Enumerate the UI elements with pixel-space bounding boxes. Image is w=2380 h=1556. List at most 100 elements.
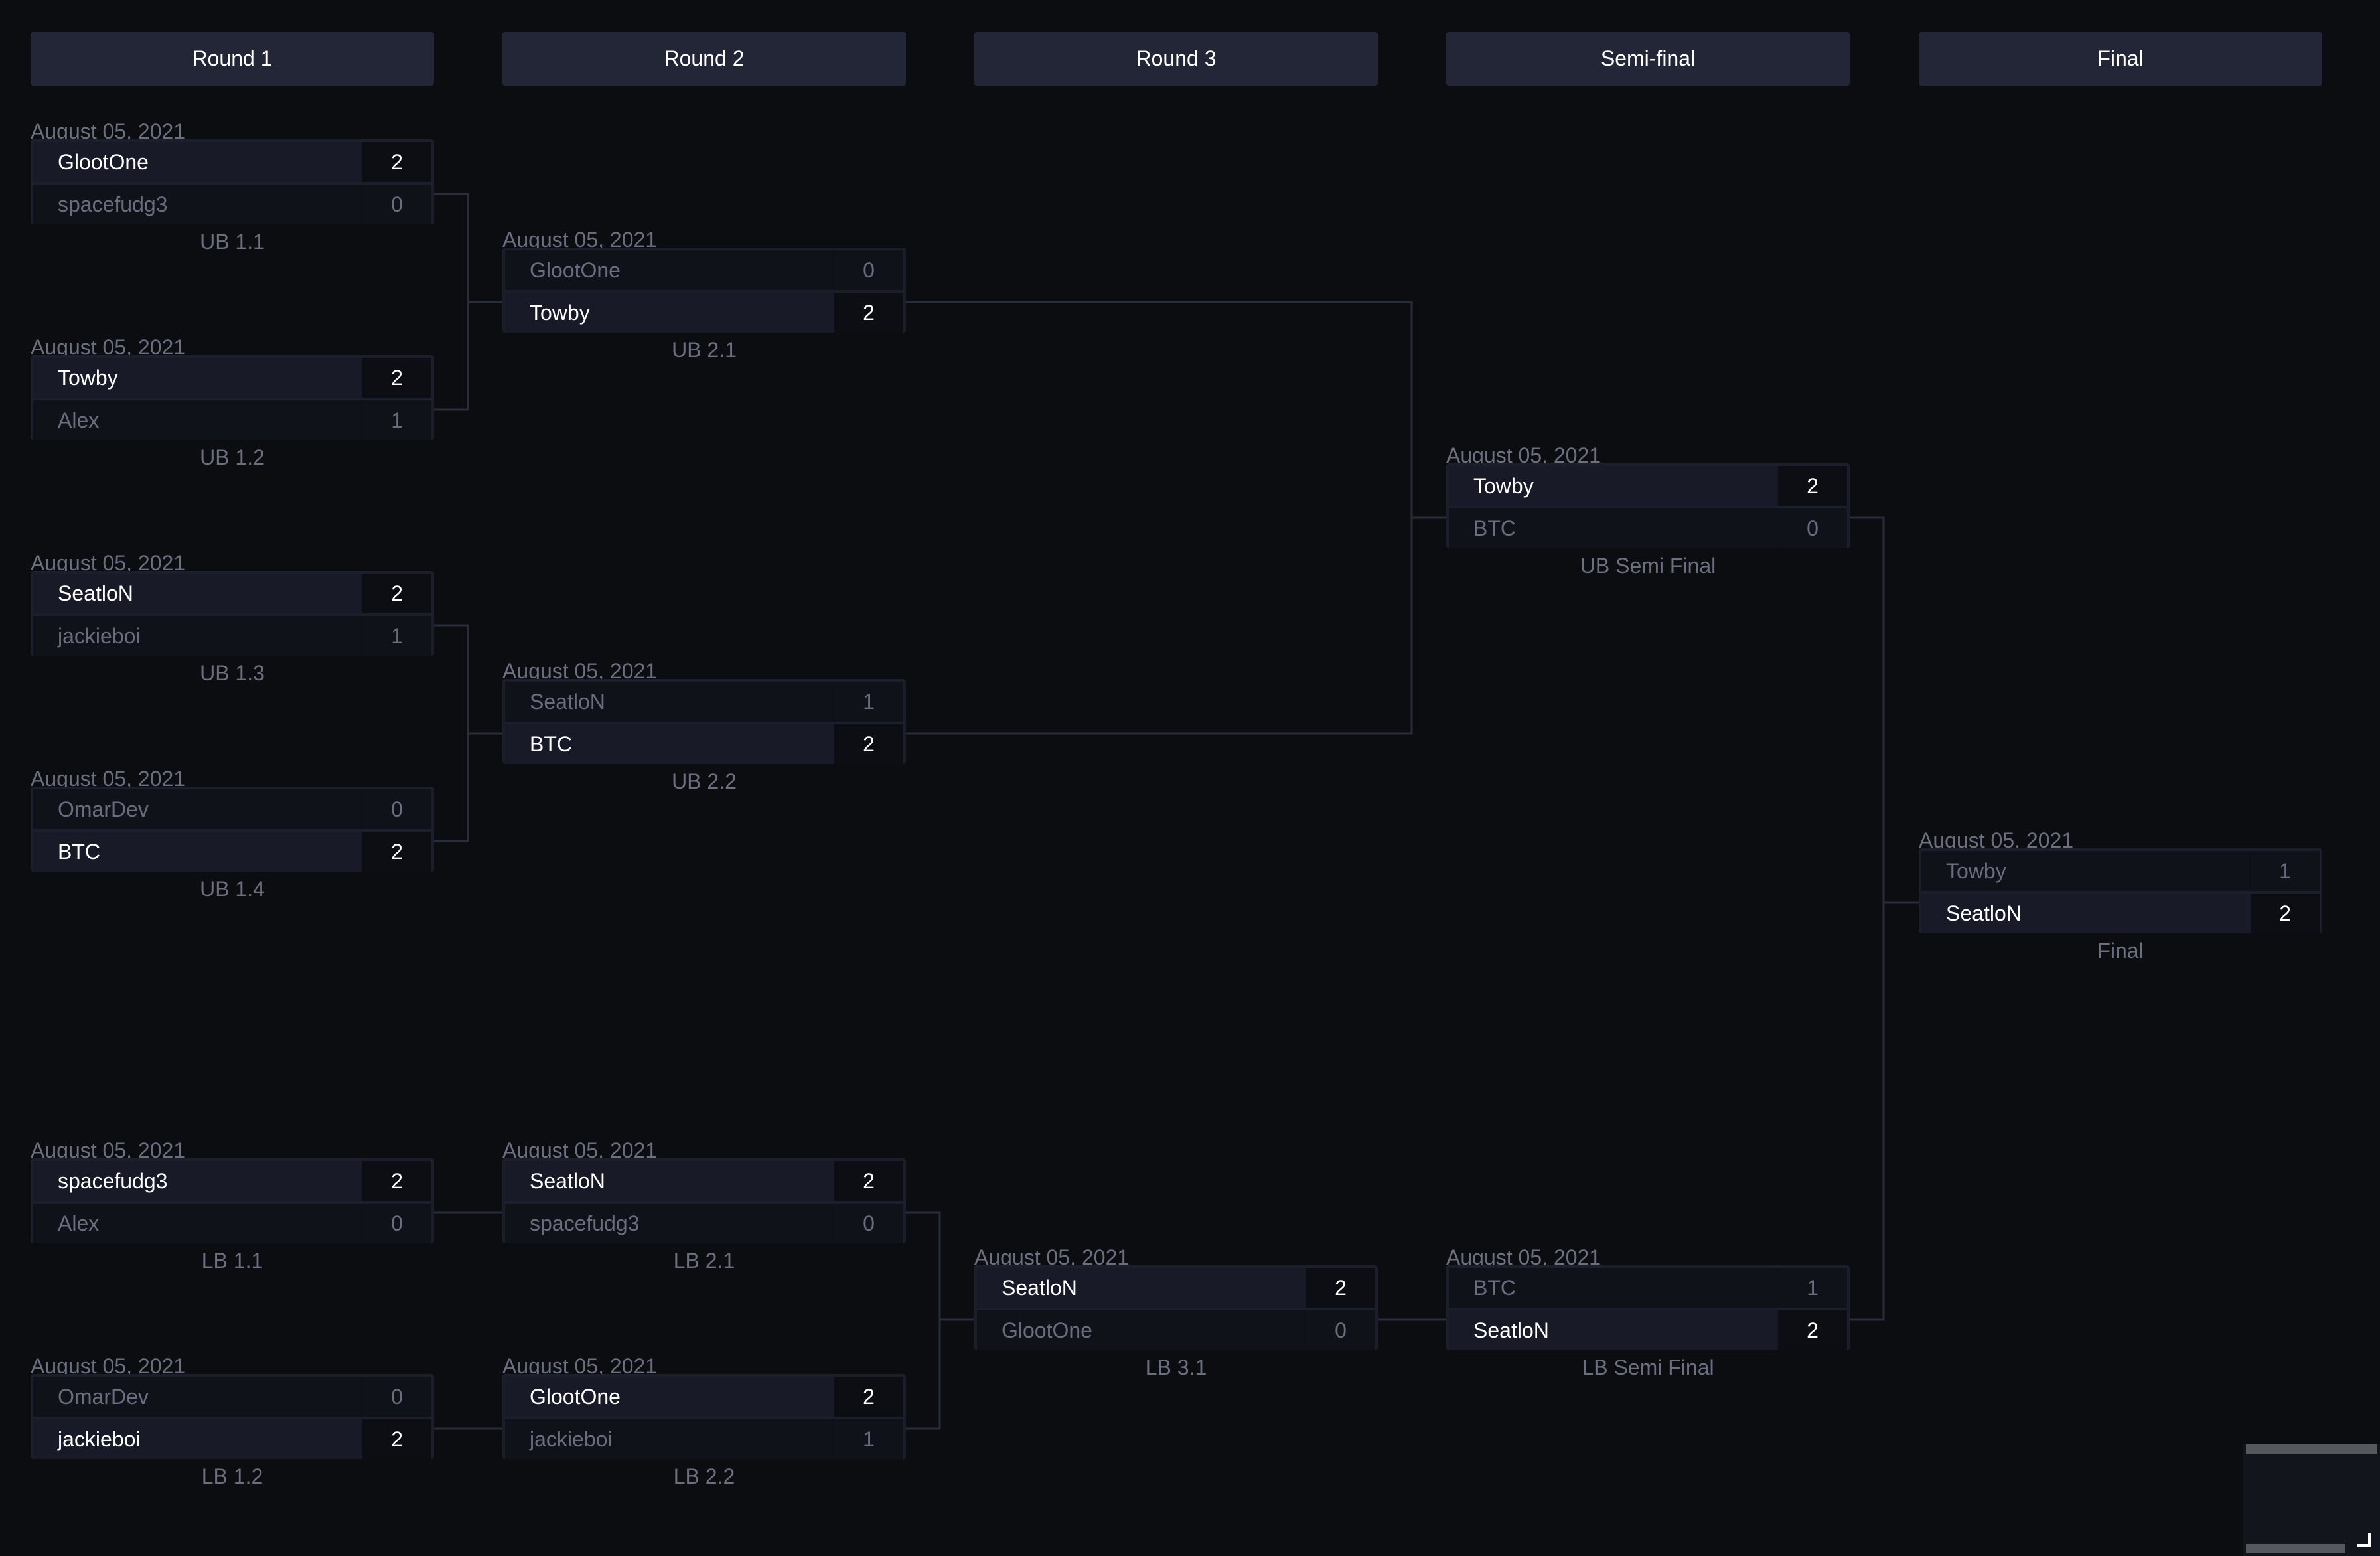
match-label: UB Semi Final [1580,554,1716,578]
match-label: UB 2.1 [672,338,737,362]
match-label: Final [2097,939,2144,963]
match-box: Towby 1 SeatloN 2 [1919,848,2322,933]
participant-row[interactable]: Towby 2 [1449,466,1847,506]
connector-ubsf-final [1849,516,1919,1321]
connector-ub2 [905,301,1446,735]
match-box: GlootOne 0 Towby 2 [502,248,906,333]
participant-row[interactable]: spacefudg3 2 [33,1161,431,1201]
minimap[interactable] [2243,1444,2380,1556]
match-box: BTC 1 SeatloN 2 [1446,1265,1850,1350]
participant-row[interactable]: OmarDev 0 [33,789,431,829]
participant-score: 2 [362,358,431,398]
minimap-resize-handle-icon[interactable] [2357,1533,2371,1547]
participant-name: spacefudg3 [505,1204,833,1243]
participant-score: 1 [833,682,903,722]
participant-name: jackieboi [33,1419,362,1459]
connector-ub1-1-2 [433,193,502,411]
participant-name: SeatloN [1449,1310,1778,1350]
participant-row[interactable]: SeatloN 1 [505,682,903,722]
participant-score: 0 [361,185,431,224]
participant-row[interactable]: Towby 1 [1921,851,2320,891]
match-box: OmarDev 0 jackieboi 2 [31,1374,434,1459]
participant-name: Towby [505,293,834,333]
participant-row[interactable]: SeatloN 2 [1921,894,2320,933]
match-box: GlootOne 2 jackieboi 1 [502,1374,906,1459]
connector-lb2 [905,1211,974,1430]
participant-row[interactable]: SeatloN 2 [977,1268,1375,1308]
participant-row[interactable]: Alex 1 [33,400,431,440]
match-label: UB 1.4 [200,877,265,901]
participant-row[interactable]: SeatloN 2 [1449,1310,1847,1350]
participant-name: Alex [33,400,361,440]
participant-row[interactable]: spacefudg3 0 [33,185,431,224]
participant-row[interactable]: SeatloN 2 [505,1161,903,1201]
match-label: LB 2.2 [673,1464,735,1488]
match-box: OmarDev 0 BTC 2 [31,787,434,872]
match-label: UB 2.2 [672,769,737,793]
participant-row[interactable]: Towby 2 [33,358,431,398]
participant-name: spacefudg3 [33,1161,362,1201]
participant-row[interactable]: jackieboi 1 [33,616,431,656]
participant-row[interactable]: Towby 2 [505,293,903,333]
participant-name: OmarDev [33,1377,361,1417]
match-label: UB 1.3 [200,661,265,685]
participant-score: 1 [361,616,431,656]
participant-name: SeatloN [505,1161,834,1201]
participant-score: 2 [834,724,903,764]
match-box: spacefudg3 2 Alex 0 [31,1158,434,1243]
participant-score: 2 [1778,466,1847,506]
participant-name: BTC [33,832,362,872]
participant-name: jackieboi [505,1419,833,1459]
participant-row[interactable]: spacefudg3 0 [505,1204,903,1243]
participant-name: Towby [33,358,362,398]
round-header-final: Final [1919,32,2322,86]
participant-score: 2 [834,1377,903,1417]
participant-name: SeatloN [33,574,362,613]
participant-row[interactable]: BTC 2 [33,832,431,872]
participant-row[interactable]: OmarDev 0 [33,1377,431,1417]
match-label: LB 3.1 [1145,1356,1207,1379]
participant-row[interactable]: SeatloN 2 [33,574,431,613]
participant-name: SeatloN [505,682,833,722]
participant-score: 2 [362,574,431,613]
participant-score: 2 [1778,1310,1847,1350]
participant-row[interactable]: GlootOne 0 [505,250,903,290]
participant-row[interactable]: GlootOne 2 [505,1377,903,1417]
match-box: SeatloN 1 BTC 2 [502,679,906,764]
match-label: LB Semi Final [1582,1356,1714,1379]
round-header-1: Round 1 [31,32,434,86]
participant-row[interactable]: GlootOne 2 [33,142,431,182]
participant-name: Towby [1449,466,1778,506]
participant-row[interactable]: Alex 0 [33,1204,431,1243]
participant-score: 2 [1306,1268,1375,1308]
round-header-3: Round 3 [974,32,1378,86]
participant-score: 2 [362,832,431,872]
participant-row[interactable]: jackieboi 1 [505,1419,903,1459]
match-box: GlootOne 2 spacefudg3 0 [31,139,434,224]
participant-row[interactable]: BTC 1 [1449,1268,1847,1308]
match-box: SeatloN 2 jackieboi 1 [31,571,434,656]
match-box: SeatloN 2 spacefudg3 0 [502,1158,906,1243]
participant-score: 0 [833,250,903,290]
participant-row[interactable]: BTC 2 [505,724,903,764]
participant-name: BTC [1449,508,1777,548]
connector-ub1-3-4 [433,624,502,842]
participant-score: 0 [1305,1310,1375,1350]
participant-row[interactable]: jackieboi 2 [33,1419,431,1459]
match-box: Towby 2 Alex 1 [31,355,434,440]
participant-row[interactable]: BTC 0 [1449,508,1847,548]
participant-name: spacefudg3 [33,185,361,224]
minimap-viewport-bottom [2246,1544,2345,1553]
round-header-semi-final: Semi-final [1446,32,1850,86]
participant-score: 0 [833,1204,903,1243]
match-label: LB 1.1 [201,1249,263,1273]
participant-row[interactable]: GlootOne 0 [977,1310,1375,1350]
participant-name: SeatloN [1921,894,2251,933]
participant-score: 2 [834,293,903,333]
match-label: LB 1.2 [201,1464,263,1488]
participant-name: Alex [33,1204,361,1243]
participant-score: 1 [833,1419,903,1459]
round-header-2: Round 2 [502,32,906,86]
participant-name: GlootOne [33,142,362,182]
participant-name: GlootOne [505,1377,834,1417]
